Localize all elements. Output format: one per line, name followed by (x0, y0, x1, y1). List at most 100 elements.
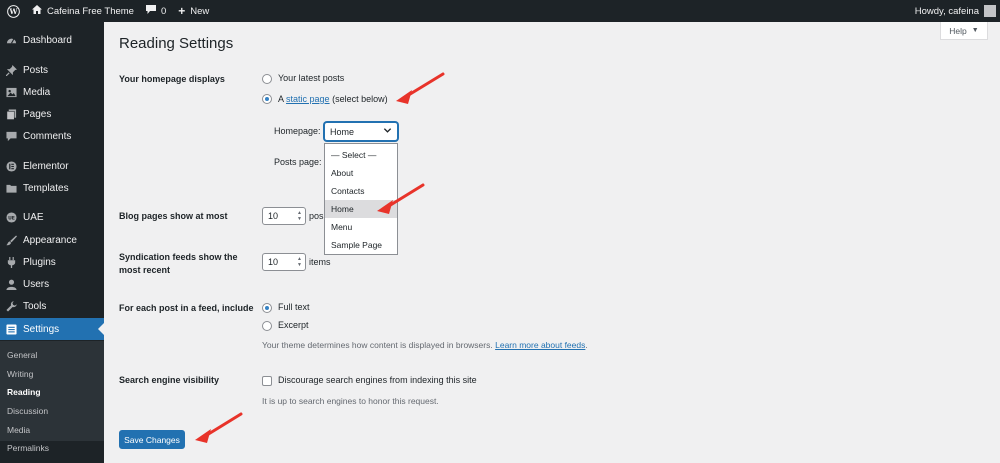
sidebar-item-templates[interactable]: Templates (0, 177, 104, 199)
comment-bubble-icon (145, 5, 156, 17)
sidebar-item-users[interactable]: Users (0, 273, 104, 295)
dropdown-option[interactable]: Contacts (325, 182, 397, 200)
sidebar-item-label: Posts (23, 64, 49, 76)
sidebar-item-label: Users (23, 278, 50, 290)
sidebar-item-plugins[interactable]: Plugins (0, 251, 104, 273)
learn-more-feeds-link[interactable]: Learn more about feeds (495, 340, 585, 350)
sidebar-item-settings[interactable]: Settings (0, 318, 104, 340)
syndication-value: 10 (268, 257, 279, 267)
sidebar-item-label: Settings (23, 323, 60, 335)
sidebar-item-elementor[interactable]: Elementor (0, 155, 104, 177)
submenu-item-writing[interactable]: Writing (7, 369, 33, 379)
comments-link[interactable]: 0 (140, 0, 172, 22)
comments-count: 0 (160, 5, 167, 17)
sidebar-item-label: Tools (23, 300, 47, 312)
user-icon (5, 278, 17, 290)
site-name: Cafeina Free Theme (47, 5, 134, 17)
search-visibility-label: Search engine visibility (119, 375, 220, 385)
spinner-icon[interactable]: ▲ ▼ (297, 256, 302, 268)
submenu-item-media[interactable]: Media (7, 425, 30, 435)
sidebar-item-uae[interactable]: UE UAE (0, 206, 104, 228)
search-visibility-description: It is up to search engines to honor this… (262, 396, 439, 406)
dropdown-option[interactable]: Sample Page (325, 236, 397, 254)
syndication-unit: items (309, 257, 331, 267)
discourage-search-checkbox[interactable] (262, 376, 272, 386)
wrench-icon (5, 300, 17, 312)
sidebar-item-label: Pages (23, 108, 52, 120)
sidebar-item-label: Elementor (23, 160, 69, 172)
plug-icon (5, 256, 17, 268)
submenu-item-discussion[interactable]: Discussion (7, 406, 48, 416)
sidebar-item-label: Media (23, 86, 51, 98)
sidebar-item-comments[interactable]: Comments (0, 125, 104, 147)
pages-icon (5, 108, 17, 120)
spinner-icon[interactable]: ▲ ▼ (297, 210, 302, 222)
arrow-save-button (195, 412, 243, 443)
help-button[interactable]: Help ▼ (940, 22, 988, 40)
dropdown-option[interactable]: About (325, 164, 397, 182)
discourage-search-label[interactable]: Discourage search engines from indexing … (278, 375, 477, 385)
dropdown-option-highlighted[interactable]: Home (325, 200, 397, 218)
sidebar-item-label: Plugins (23, 256, 56, 268)
excerpt-label[interactable]: Excerpt (278, 320, 309, 330)
static-page-prefix: A (278, 94, 284, 104)
chevron-down-icon (383, 126, 392, 137)
avatar (984, 5, 996, 17)
admin-bar: W Cafeina Free Theme 0 + New Howdy, cafe… (0, 0, 1000, 22)
site-name-link[interactable]: Cafeina Free Theme (26, 0, 140, 22)
latest-posts-radio[interactable] (262, 74, 272, 84)
dropdown-option[interactable]: — Select — (325, 146, 397, 164)
sidebar-item-label: Templates (23, 182, 69, 194)
homepage-select-label: Homepage: (274, 126, 321, 136)
full-text-radio[interactable] (262, 303, 272, 313)
blog-pages-input[interactable]: 10 ▲ ▼ (262, 207, 306, 225)
excerpt-radio[interactable] (262, 321, 272, 331)
sidebar-item-tools[interactable]: Tools (0, 295, 104, 317)
settings-submenu: General Writing Reading Discussion Media… (0, 341, 104, 453)
sidebar-item-label: Comments (23, 130, 72, 142)
sidebar-item-label: Appearance (23, 234, 77, 246)
my-account-link[interactable]: Howdy, cafeina (909, 0, 1000, 22)
plus-icon: + (178, 4, 186, 18)
posts-page-label: Posts page: (274, 157, 322, 167)
dashboard-icon (5, 34, 17, 46)
new-content-link[interactable]: + New (172, 0, 215, 22)
comments-icon (5, 130, 17, 142)
svg-text:W: W (8, 7, 18, 16)
syndication-input[interactable]: 10 ▲ ▼ (262, 253, 306, 271)
sidebar-item-pages[interactable]: Pages (0, 103, 104, 125)
wordpress-logo-icon[interactable]: W (0, 0, 26, 22)
submenu-item-permalinks[interactable]: Permalinks (7, 443, 49, 453)
dropdown-option[interactable]: Menu (325, 218, 397, 236)
uae-icon: UE (5, 211, 17, 223)
feed-desc-end: . (585, 340, 588, 350)
static-page-link[interactable]: static page (286, 94, 330, 104)
page-title: Reading Settings (119, 35, 234, 52)
save-changes-button[interactable]: Save Changes (119, 430, 185, 449)
homepage-select[interactable]: Home (324, 122, 398, 141)
syndication-label: Syndication feeds show the most recent (119, 252, 238, 275)
feed-desc-text: Your theme determines how content is dis… (262, 340, 493, 350)
submenu-item-reading[interactable]: Reading (7, 387, 41, 397)
arrow-static-page (396, 72, 445, 104)
svg-text:UE: UE (8, 215, 15, 221)
latest-posts-label[interactable]: Your latest posts (278, 73, 344, 83)
static-page-suffix: (select below) (332, 94, 388, 104)
feed-description: Your theme determines how content is dis… (262, 340, 588, 350)
sidebar-item-dashboard[interactable]: Dashboard (0, 29, 104, 51)
media-icon (5, 86, 17, 98)
homepage-dropdown-list: — Select — About Contacts Home Menu Samp… (324, 143, 398, 255)
static-page-option[interactable]: A static page (select below) (278, 94, 388, 104)
sidebar-item-posts[interactable]: Posts (0, 59, 104, 81)
pin-icon (5, 64, 17, 76)
static-page-radio[interactable] (262, 94, 272, 104)
submenu-item-general[interactable]: General (7, 350, 37, 360)
brush-icon (5, 234, 17, 246)
full-text-label[interactable]: Full text (278, 302, 310, 312)
annotation-arrows (195, 72, 445, 443)
homepage-displays-label: Your homepage displays (119, 74, 225, 84)
settings-icon (5, 323, 17, 335)
folder-icon (5, 182, 17, 194)
sidebar-item-appearance[interactable]: Appearance (0, 229, 104, 251)
sidebar-item-media[interactable]: Media (0, 81, 104, 103)
